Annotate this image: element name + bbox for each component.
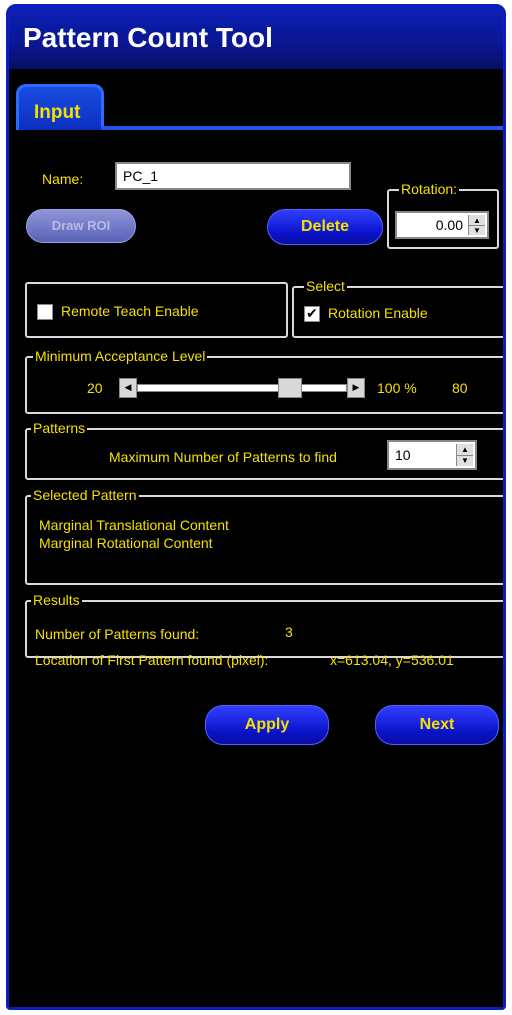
window-title: Pattern Count Tool [23,22,273,53]
rotation-spinner[interactable]: ▲ ▼ [468,215,485,235]
results-group: Results Number of Patterns found: 3 Loca… [25,592,503,668]
name-value: PC_1 [123,168,159,184]
location-label: Location of First Pattern found (pixel): [35,652,269,668]
selected-pattern-line-1: Marginal Translational Content [39,517,229,533]
select-legend: Select [304,278,347,294]
rotation-legend: Rotation: [399,181,460,197]
spin-down-icon[interactable]: ▼ [457,455,473,466]
max-patterns-value: 10 [395,447,411,463]
patterns-found-label: Number of Patterns found: [35,626,200,642]
delete-label: Delete [300,218,350,235]
max-patterns-input[interactable]: 10 ▲ ▼ [387,440,477,470]
remote-teach-group: Remote Teach Enable [25,282,288,338]
acceptance-legend: Minimum Acceptance Level [33,348,208,364]
tab-input[interactable]: Input [16,84,104,130]
title-bar: Pattern Count Tool [9,7,503,69]
rotation-enable-label: Rotation Enable [328,305,428,321]
remote-teach-label: Remote Teach Enable [61,303,199,319]
acceptance-slider[interactable]: ◀ ▶ [119,378,365,398]
location-value: x=613.04, y=536.01 [330,652,454,668]
name-input[interactable]: PC_1 [115,162,351,190]
draw-roi-label: Draw ROI [51,218,111,233]
slider-right-icon[interactable]: ▶ [347,378,365,398]
select-group: Select ✔ Rotation Enable [292,278,503,338]
max-patterns-label: Maximum Number of Patterns to find [109,449,337,465]
rotation-enable-checkbox[interactable]: ✔ [304,306,320,322]
rotation-group: Rotation: 0.00 ▲ ▼ [387,181,499,249]
apply-label: Apply [244,716,290,733]
acceptance-current-label: 80 [452,380,468,396]
patterns-legend: Patterns [31,420,88,436]
next-label: Next [419,716,455,733]
selected-pattern-group: Selected Pattern Marginal Translational … [25,487,503,585]
selected-pattern-line-2: Marginal Rotational Content [39,535,213,551]
draw-roi-button[interactable]: Draw ROI [26,209,136,243]
pattern-count-tool-window: Pattern Count Tool Input Name: PC_1 Rota… [6,4,506,1010]
next-button[interactable]: Next [375,705,499,745]
rotation-value: 0.00 [435,217,463,233]
tab-input-label: Input [34,102,81,123]
acceptance-max-label: 100 % [377,380,417,396]
slider-track[interactable] [137,384,347,392]
rotation-input[interactable]: 0.00 ▲ ▼ [395,211,489,239]
patterns-group: Patterns Maximum Number of Patterns to f… [25,420,503,480]
spin-down-icon[interactable]: ▼ [469,225,485,235]
name-label: Name: [42,171,84,187]
max-patterns-spinner[interactable]: ▲ ▼ [456,444,473,466]
tab-underline [101,126,503,130]
slider-left-icon[interactable]: ◀ [119,378,137,398]
selected-pattern-legend: Selected Pattern [31,487,139,503]
slider-thumb[interactable] [278,378,302,398]
remote-teach-checkbox[interactable] [37,304,53,320]
acceptance-group: Minimum Acceptance Level 20 ◀ ▶ 100 % 80 [25,348,503,414]
delete-button[interactable]: Delete [267,209,383,245]
apply-button[interactable]: Apply [205,705,329,745]
results-legend: Results [31,592,82,608]
patterns-found-value: 3 [285,624,293,640]
acceptance-min-label: 20 [87,380,103,396]
